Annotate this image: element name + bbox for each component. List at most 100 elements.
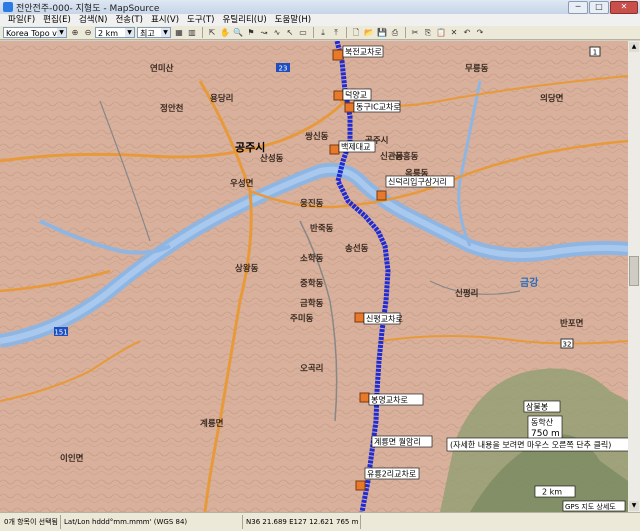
print-icon[interactable]: ⎙ [389,27,401,38]
cut-icon[interactable]: ✂ [409,27,421,38]
delete-icon[interactable]: ✕ [448,27,460,38]
scale-label: 2 km [542,488,562,497]
receive-from-device-icon[interactable]: ⤓ [317,27,329,38]
place-label: 소학동 [300,253,324,264]
waypoint-label: 덕양교 [345,90,367,100]
waypoint[interactable]: 동구IC교차로 [344,100,401,113]
tooltip-elevation: 750 m [531,429,560,439]
place-label: 무릉동 [465,63,489,74]
menu-file[interactable]: 파일(F) [4,14,39,26]
map-product-select[interactable]: Korea Topo v1 ▼ [3,27,67,38]
pointer-tool-icon[interactable]: ↖ [284,27,296,38]
menu-edit[interactable]: 편집(E) [39,14,75,26]
waypoint[interactable]: 덕양교 [333,88,372,101]
place-label: 반포면 [560,318,584,329]
toolbar-divider [313,27,314,38]
waypoint-label: 봉명교차로 [371,395,408,405]
menu-transfer[interactable]: 전송(T) [111,14,146,26]
open-file-icon[interactable]: 📂 [363,27,375,38]
city-label: 공주시 [235,141,265,154]
copy-icon[interactable]: ⎘ [422,27,434,38]
undo-icon[interactable]: ↶ [461,27,473,38]
minimize-button[interactable]: ─ [568,1,588,14]
waypoint-tool-icon[interactable]: ⚑ [245,27,257,38]
place-label: 계룡면 [200,418,224,429]
toolbar: Korea Topo v1 ▼ ⊕ ⊖ 2 km ▼ 최고 ▼ ▦ ▥ ⇱ ✋ … [0,26,640,40]
new-file-icon[interactable]: 🗋 [350,27,362,38]
route-tool-icon[interactable]: ↝ [258,27,270,38]
place-label: 이인면 [60,453,84,464]
map-product-value: Korea Topo v1 [6,29,62,38]
cursor-elevation: 765 m [336,518,359,526]
send-to-device-icon[interactable]: ⤒ [330,27,342,38]
map-canvas[interactable]: 23 151 32 1 공주시 계룡면 이인면 신관동 금학동 중학동 산성동 … [0,41,628,512]
detail-select[interactable]: 최고 ▼ [137,27,171,38]
chevron-down-icon: ▼ [125,28,134,37]
toolbar-divider [202,27,203,38]
hand-tool-icon[interactable]: ✋ [219,27,231,38]
select-tool-icon[interactable]: ⇱ [206,27,218,38]
status-divider [60,515,61,529]
scroll-thumb[interactable] [629,256,639,286]
map-icon[interactable]: ▦ [173,27,185,38]
toolbar-divider [346,27,347,38]
status-bar: 0개 항목이 선택됨 Lat/Lon hddd°mm.mmm' (WGS 84)… [0,512,640,531]
zoom-tool-icon[interactable]: 🔍 [232,27,244,38]
menu-tools[interactable]: 도구(T) [183,14,218,26]
close-button[interactable]: ✕ [610,1,638,14]
zoom-out-icon[interactable]: ⊖ [82,27,94,38]
menu-help[interactable]: 도움말(H) [271,14,315,26]
waypoint[interactable]: 신평교차로 [354,312,403,325]
zoom-level-select[interactable]: 2 km ▼ [95,27,135,38]
redo-icon[interactable]: ↷ [474,27,486,38]
maximize-button[interactable]: □ [589,1,609,14]
place-label: 상왕동 [235,263,259,274]
paste-icon[interactable]: 📋 [435,27,447,38]
road-badge: 23 [276,63,290,73]
window-title: 전안전주-000- 지형도 - MapSource [16,4,160,14]
chevron-down-icon: ▼ [57,28,66,37]
cursor-position: N36 21.689 E127 12.621 [246,518,334,526]
menu-bar: 파일(F) 편집(E) 검색(N) 전송(T) 표시(V) 도구(T) 유틸리티… [0,14,640,26]
road-badge: 32 [560,338,574,349]
map-view[interactable]: 23 151 32 1 공주시 계룡면 이인면 신관동 금학동 중학동 산성동 … [0,41,628,512]
tooltip-type: 동학산 [531,417,554,427]
place-label: 중학동 [300,278,324,289]
waypoint[interactable]: 계룡면 월암리 [371,435,433,448]
measure-tool-icon[interactable]: ▭ [297,27,309,38]
layer-hint: GPS 지도 상세도 [565,502,616,511]
tooltip-name: 삼불봉 [526,402,548,412]
waypoint-label: 신평교차로 [366,314,403,324]
title-bar: 전안전주-000- 지형도 - MapSource ─ □ ✕ [0,0,640,15]
place-label: 송선동 [345,243,369,254]
chevron-down-icon: ▼ [161,28,170,37]
app-icon [3,2,13,12]
selection-status: 0개 항목이 선택됨 [4,518,58,526]
detail-value: 최고 [140,29,155,38]
toolbar-divider [405,27,406,38]
scroll-up-icon[interactable]: ▲ [629,42,639,52]
place-label: 용당리 [210,93,233,104]
road-badge-label: 1 [593,49,597,57]
status-divider [360,515,361,529]
zoom-in-icon[interactable]: ⊕ [69,27,81,38]
coord-format: Lat/Lon hddd°mm.mmm' (WGS 84) [64,518,188,526]
place-label: 오곡리 [300,363,323,374]
save-file-icon[interactable]: 💾 [376,27,388,38]
place-label: 주미동 [290,313,314,324]
place-label: 연미산 [150,63,174,74]
scroll-down-icon[interactable]: ▼ [629,501,639,511]
waypoint-label: 계룡면 월암리 [374,437,421,447]
vertical-scrollbar[interactable]: ▲ ▼ [628,41,640,512]
track-tool-icon[interactable]: ∿ [271,27,283,38]
waypoint-label: 백제대교 [341,142,370,152]
menu-view[interactable]: 표시(V) [147,14,183,26]
place-label: 우성면 [230,178,254,189]
menu-utilities[interactable]: 유틸리티(U) [219,14,271,26]
menu-find[interactable]: 검색(N) [75,14,112,26]
map-remove-icon[interactable]: ▥ [186,27,198,38]
place-label: 반죽동 [310,223,334,234]
place-label: 산성동 [260,153,284,164]
waypoint[interactable]: 봉명교차로 [359,392,424,406]
road-badge-label: 32 [563,341,572,349]
